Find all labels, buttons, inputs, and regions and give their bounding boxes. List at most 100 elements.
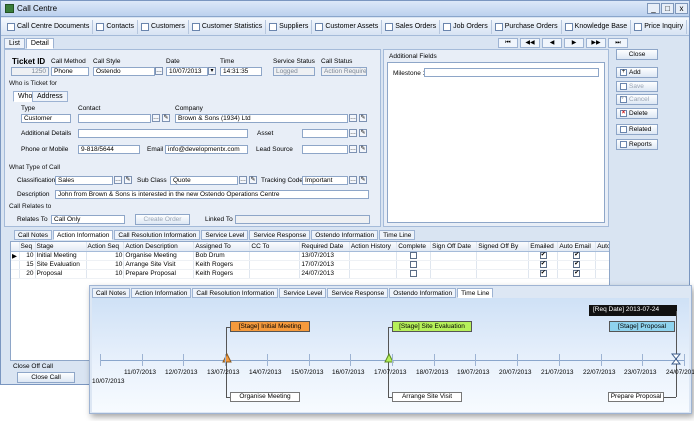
tab-action-information[interactable]: Action Information [52,230,114,240]
col-action-history[interactable]: Action History [349,242,398,252]
cell-emailed[interactable]: ✔ [528,251,559,261]
tab-detail[interactable]: Detail [25,38,54,49]
classification-lookup-icon[interactable]: … [114,176,122,184]
auto-email-checkbox[interactable]: ✔ [573,251,581,259]
toolbar-job-orders[interactable]: Job Orders [440,19,492,34]
close-call-button[interactable]: Close Call [17,372,75,383]
action-prepare-proposal[interactable]: Prepare Proposal [608,392,664,402]
cancel-button[interactable]: ↶ Cancel [616,94,658,105]
lead-source-field[interactable] [302,145,348,154]
nav-next-button[interactable]: ▶ [564,38,584,48]
nav-last-button[interactable]: ⏭ [608,38,628,48]
additional-details-field[interactable] [78,129,248,138]
toolbar-contacts[interactable]: Contacts [93,19,138,34]
cell-emailed[interactable]: ✔ [528,260,559,270]
company-lookup-icon[interactable]: … [349,114,357,122]
auto-email-checkbox[interactable]: ✔ [573,269,581,277]
tracking-edit-icon[interactable]: ✎ [359,176,367,184]
col-action-description[interactable]: Action Description [123,242,195,252]
tab-address[interactable]: Address [32,91,68,102]
tab-call-notes[interactable]: Call Notes [14,230,52,240]
cell-complete[interactable] [396,269,432,279]
nav-prior-page-button[interactable]: ◀◀ [520,38,540,48]
subclass-field[interactable]: Quote [170,176,238,185]
add-button[interactable]: + Add [616,67,658,78]
tab-ostendo-information[interactable]: Ostendo Information [311,230,379,240]
create-order-button[interactable]: Create Order [135,214,190,225]
tab-service-response[interactable]: Service Response [249,230,311,240]
tracking-code-field[interactable]: Important [302,176,348,185]
lead-lookup-icon[interactable]: … [349,145,357,153]
subclass-edit-icon[interactable]: ✎ [249,176,257,184]
complete-checkbox[interactable] [410,269,418,277]
toolbar-call-centre-documents[interactable]: Call Centre Documents [4,19,94,34]
tracking-lookup-icon[interactable]: … [349,176,357,184]
stage-proposal[interactable]: [Stage] Proposal [609,321,675,332]
complete-checkbox[interactable] [410,260,418,268]
tab-call-resolution[interactable]: Call Resolution Information [192,288,279,298]
minimize-button[interactable]: _ [647,3,660,14]
toolbar-customer-statistics[interactable]: Customer Statistics [189,19,267,34]
complete-checkbox[interactable] [410,251,418,259]
col-stage[interactable]: Stage [35,242,87,252]
tab-call-resolution[interactable]: Call Resolution Information [114,230,201,240]
col-assigned-to[interactable]: Assigned To [193,242,251,252]
col-emailed[interactable]: Emailed [528,242,559,252]
tab-action-information[interactable]: Action Information [130,288,192,298]
nav-next-page-button[interactable]: ▶▶ [586,38,606,48]
tab-service-level[interactable]: Service Level [201,230,249,240]
classification-edit-icon[interactable]: ✎ [124,176,132,184]
tab-service-response[interactable]: Service Response [327,288,389,298]
lookup-icon[interactable]: … [155,67,163,75]
emailed-checkbox[interactable]: ✔ [539,260,547,268]
related-button[interactable]: Related [616,124,658,135]
call-method-select[interactable]: Phone [51,67,89,76]
auto-email-checkbox[interactable]: ✔ [573,260,581,268]
contact-field[interactable] [78,114,151,123]
col-sign-off-date[interactable]: Sign Off Date [430,242,478,252]
tab-call-notes[interactable]: Call Notes [92,288,130,298]
toolbar-sales-orders[interactable]: Sales Orders [382,19,441,34]
date-field[interactable]: 10/07/2013 [166,67,208,76]
classification-field[interactable]: Sales [55,176,113,185]
type-select[interactable]: Customer [21,114,71,123]
col-cc-to[interactable]: CC To [249,242,301,252]
nav-first-button[interactable]: ⏮ [498,38,518,48]
email-field[interactable]: info@developmentx.com [165,145,248,154]
delete-button[interactable]: × Delete [616,108,658,119]
milestone-field[interactable] [424,68,599,77]
emailed-checkbox[interactable]: ✔ [539,269,547,277]
action-organise-meeting[interactable]: Organise Meeting [230,392,300,402]
cell-auto-email[interactable]: ✔ [557,251,597,261]
emailed-checkbox[interactable]: ✔ [539,251,547,259]
col-auto-email[interactable]: Auto Email [557,242,597,252]
contact-edit-icon[interactable]: ✎ [162,114,170,122]
asset-field[interactable] [302,129,348,138]
toolbar-knowledge-base[interactable]: Knowledge Base [562,19,632,34]
col-auto-email-2[interactable]: Auto Ema [595,242,609,252]
tab-time-line[interactable]: Time Line [379,230,416,240]
col-action-seq[interactable]: Action Seq [86,242,125,252]
call-style-field[interactable]: Ostendo [93,67,155,76]
company-edit-icon[interactable]: ✎ [359,114,367,122]
nav-prior-button[interactable]: ◀ [542,38,562,48]
action-arrange-site-visit[interactable]: Arrange Site Visit [392,392,462,402]
description-field[interactable]: John from Brown & Sons is interested in … [55,190,369,199]
table-row[interactable]: ▶ 10 Initial Meeting 10 Organise Meeting… [11,251,609,261]
phone-field[interactable]: 9-818/5644 [78,145,140,154]
maximize-button[interactable]: □ [661,3,674,14]
lead-edit-icon[interactable]: ✎ [359,145,367,153]
col-signed-off-by[interactable]: Signed Off By [476,242,530,252]
relates-to-select[interactable]: Call Only [51,215,125,224]
close-button[interactable]: Close [616,49,658,60]
toolbar-customer-assets[interactable]: Customer Assets [312,19,383,34]
tab-time-line[interactable]: Time Line [457,288,494,298]
tab-ostendo-information[interactable]: Ostendo Information [389,288,457,298]
col-required-date[interactable]: Required Date [299,242,350,252]
tab-service-level[interactable]: Service Level [279,288,327,298]
toolbar-customers[interactable]: Customers [138,19,189,34]
toolbar-purchase-orders[interactable]: Purchase Orders [492,19,562,34]
close-window-button[interactable]: x [675,3,688,14]
calendar-icon[interactable]: ▾ [208,67,216,75]
cell-complete[interactable] [396,251,432,261]
